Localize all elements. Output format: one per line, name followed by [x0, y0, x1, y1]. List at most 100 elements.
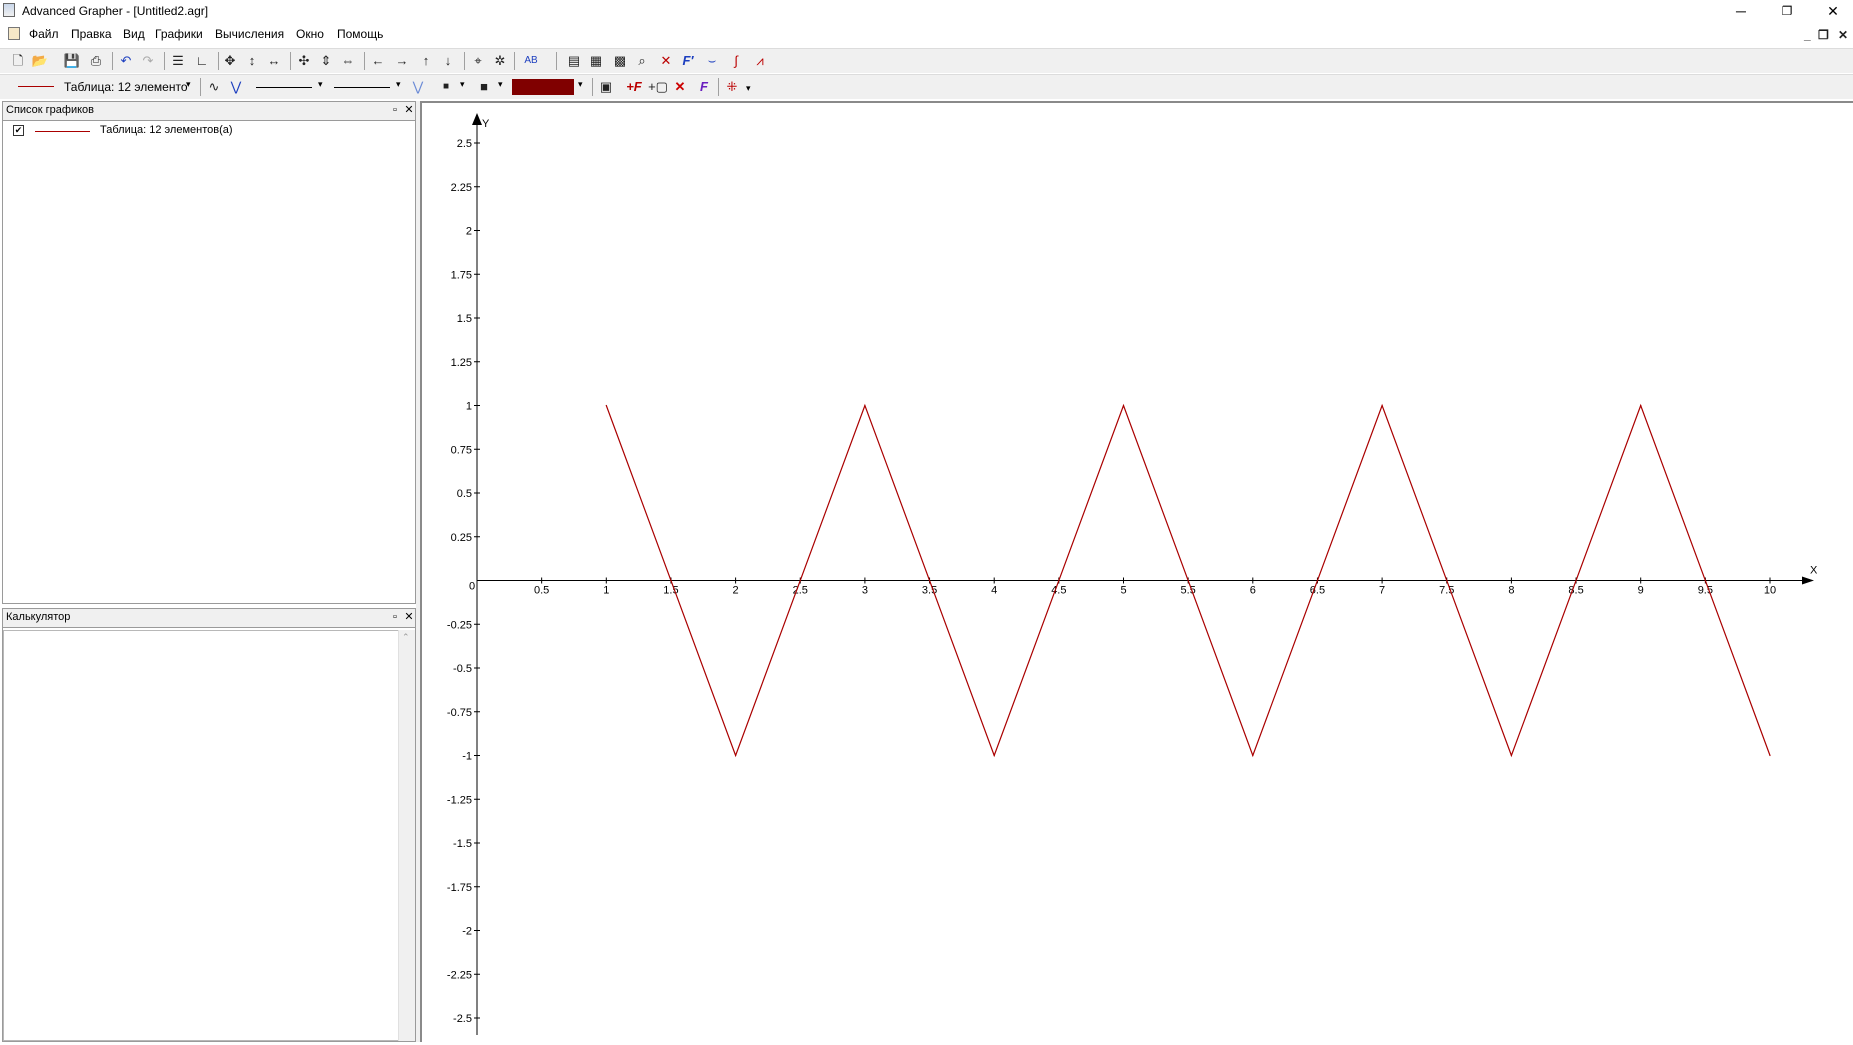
- y-axis-arrow: [472, 113, 482, 125]
- y-tick-label: 1.25: [451, 357, 472, 369]
- edit-function-icon[interactable]: F: [694, 78, 714, 96]
- menu-file[interactable]: Файл: [29, 27, 59, 41]
- restore-button[interactable]: ❐: [1764, 0, 1810, 22]
- calculator-panel-title: Калькулятор: [6, 611, 71, 623]
- table-icon[interactable]: ▩: [610, 52, 630, 70]
- data-point: [1252, 754, 1254, 757]
- fill-square-icon[interactable]: ■: [474, 78, 494, 96]
- color-picker[interactable]: [512, 79, 574, 95]
- arrow-up-icon[interactable]: ↑: [416, 52, 436, 70]
- minimize-button[interactable]: ─: [1718, 0, 1764, 22]
- save-icon[interactable]: 💾: [62, 52, 82, 70]
- zoom-in-vertical-icon[interactable]: ⇕: [316, 52, 336, 70]
- move-horizontal-icon[interactable]: ↔: [264, 52, 284, 70]
- menu-view[interactable]: Вид: [123, 27, 145, 41]
- menu-edit[interactable]: Правка: [71, 27, 112, 41]
- derivative-icon[interactable]: F′: [678, 52, 698, 70]
- mdi-close-button[interactable]: ✕: [1838, 28, 1848, 42]
- new-file-icon[interactable]: 🗋: [8, 52, 28, 70]
- y-tick-label: 0.5: [457, 488, 472, 500]
- graph-selector[interactable]: Таблица: 12 элементо: [64, 80, 188, 94]
- coordinates-icon[interactable]: ✲: [490, 52, 510, 70]
- text-label-icon[interactable]: AB: [518, 52, 544, 70]
- regression-dropdown-icon[interactable]: ▾: [746, 83, 751, 94]
- panel-close-icon[interactable]: ✕: [403, 103, 415, 117]
- graph-list-panel: Список графиков ▫ ✕ ✔ Таблица: 12 элемен…: [2, 101, 416, 604]
- data-point: [993, 754, 995, 757]
- fill-dropdown-icon[interactable]: ▾: [498, 79, 503, 90]
- arrow-left-icon[interactable]: ←: [368, 52, 388, 70]
- line-type-dropdown-icon[interactable]: ▾: [318, 79, 323, 90]
- axes-icon[interactable]: ∟: [192, 52, 212, 70]
- list-item[interactable]: ✔ Таблица: 12 элементов(а): [3, 121, 415, 141]
- marker-dropdown-icon[interactable]: ▾: [460, 79, 465, 90]
- x-tick-label: 6: [1250, 585, 1256, 597]
- zoom-in-horizontal-icon[interactable]: ⇔: [338, 52, 358, 70]
- graph-visibility-checkbox[interactable]: ✔: [13, 125, 24, 136]
- y-tick-label: 2: [466, 226, 472, 238]
- data-point: [1510, 754, 1512, 757]
- points-style-icon[interactable]: ⋁: [226, 78, 246, 96]
- add-function-icon[interactable]: +F: [624, 78, 644, 96]
- calculator-icon[interactable]: ▦: [586, 52, 606, 70]
- y-axis-label: Y: [482, 118, 490, 130]
- undo-icon[interactable]: ↶: [116, 52, 136, 70]
- mdi-restore-button[interactable]: ❐: [1818, 28, 1829, 42]
- line-width-dropdown-icon[interactable]: ▾: [396, 79, 401, 90]
- marker-square-icon[interactable]: ■: [436, 78, 456, 96]
- graph-selector-dropdown-icon[interactable]: ▾: [186, 79, 191, 90]
- menu-calculations[interactable]: Вычисления: [215, 27, 284, 41]
- menu-help[interactable]: Помощь: [337, 27, 383, 41]
- document-icon[interactable]: [8, 27, 20, 40]
- menu-window[interactable]: Окно: [296, 27, 324, 41]
- chart-options-icon[interactable]: ⩘: [750, 52, 770, 70]
- redo-icon[interactable]: ↷: [138, 52, 158, 70]
- line-width-sample[interactable]: [334, 87, 390, 88]
- y-tick-label: -1: [462, 751, 472, 763]
- y-tick-label: 1.5: [457, 313, 472, 325]
- mdi-minimize-button[interactable]: _: [1804, 28, 1811, 42]
- panel-maximize-icon[interactable]: ▫: [389, 103, 401, 117]
- zoom-in-icon[interactable]: ✣: [294, 52, 314, 70]
- graph-properties-icon[interactable]: ▣: [596, 78, 616, 96]
- graph-canvas[interactable]: YX0 0.5 1 1.5 2 2.5 3 3.5 4 4.5 5 5.5 6 6.5 7 7.5 8 8.5 9 9…: [422, 103, 1853, 1042]
- move-vertical-icon[interactable]: ↕: [242, 52, 262, 70]
- marker-icon[interactable]: ⋁: [408, 78, 428, 96]
- line-style-icon[interactable]: ∿: [204, 78, 224, 96]
- line-type-sample[interactable]: [256, 87, 312, 88]
- graph-list-panel-header: Список графиков ▫ ✕: [3, 102, 415, 121]
- y-tick-label: -0.75: [447, 707, 472, 719]
- integral-icon[interactable]: ∫: [726, 52, 746, 70]
- center-icon[interactable]: ⌖: [468, 52, 488, 70]
- menu-graphs[interactable]: Графики: [155, 27, 203, 41]
- panel-maximize-icon[interactable]: ▫: [389, 610, 401, 624]
- color-dropdown-icon[interactable]: ▾: [578, 79, 583, 90]
- data-point: [1381, 404, 1383, 407]
- delete-graph-icon[interactable]: ✕: [670, 78, 690, 96]
- add-table-icon[interactable]: +▢: [648, 78, 668, 96]
- scroll-up-icon[interactable]: ⌃: [402, 632, 410, 643]
- move-all-icon[interactable]: ✥: [220, 52, 240, 70]
- window-icon[interactable]: ▤: [564, 52, 584, 70]
- intersection-icon[interactable]: ✕: [656, 52, 676, 70]
- x-tick-label: 7: [1379, 585, 1385, 597]
- trace-icon[interactable]: ⌕: [632, 52, 652, 70]
- arrow-down-icon[interactable]: ↓: [438, 52, 458, 70]
- x-tick-label: 2: [733, 585, 739, 597]
- regression-icon[interactable]: ⁜: [722, 78, 742, 96]
- y-tick-label: -2.5: [453, 1013, 472, 1025]
- y-tick-label: -0.25: [447, 619, 472, 631]
- title-bar: Advanced Grapher - [Untitled2.agr] ─ ❐ ✕: [0, 0, 1853, 22]
- graph-list-icon[interactable]: ☰: [168, 52, 188, 70]
- arrow-right-icon[interactable]: →: [392, 52, 412, 70]
- close-button[interactable]: ✕: [1810, 0, 1853, 22]
- calculator-input[interactable]: [3, 630, 401, 1041]
- panel-close-icon[interactable]: ✕: [403, 610, 415, 624]
- tangent-icon[interactable]: ⌣: [702, 52, 722, 70]
- open-file-icon[interactable]: 📂: [30, 52, 50, 70]
- print-icon[interactable]: ⎙: [86, 52, 106, 70]
- calculator-scrollbar[interactable]: ⌃: [398, 630, 415, 1041]
- plot-area[interactable]: Y X 0 0.5 1 1.5 2 2.5 3 3.5 4 4.5 5 5.5 6 6.5 7 7.5 8 8.5 9 9…: [420, 101, 1853, 1042]
- x-tick-label: 9: [1638, 585, 1644, 597]
- current-graph-line-sample: [18, 86, 54, 87]
